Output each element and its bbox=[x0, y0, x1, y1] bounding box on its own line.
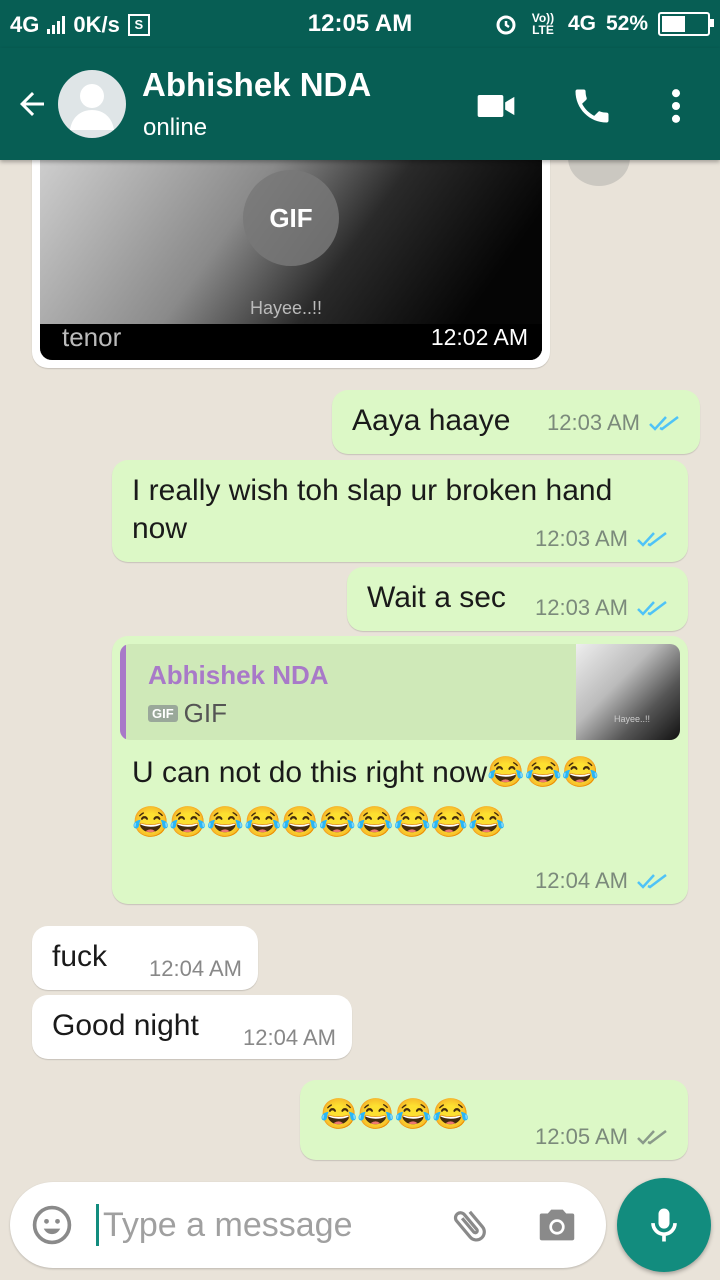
message-incoming[interactable]: Good night 12:04 AM bbox=[32, 995, 352, 1059]
emoji-row: 😂😂😂😂😂😂😂😂😂😂 bbox=[132, 806, 506, 839]
quoted-message[interactable]: Abhishek NDA GIF GIF Hayee..!! bbox=[120, 644, 680, 740]
gif-badge-icon: GIF bbox=[148, 705, 178, 722]
default-avatar-icon bbox=[70, 84, 114, 130]
message-time: 12:04 AM bbox=[149, 956, 242, 981]
message-time: 12:04 AM bbox=[535, 868, 628, 893]
attach-icon[interactable] bbox=[446, 1202, 494, 1250]
volte-icon: Vo)) LTE bbox=[531, 11, 555, 37]
battery-percent: 52% bbox=[605, 12, 648, 35]
voice-record-button[interactable] bbox=[617, 1178, 711, 1272]
message-text: 😂😂😂😂 bbox=[320, 1098, 470, 1131]
gif-play-badge[interactable]: GIF bbox=[243, 170, 339, 266]
message-incoming[interactable]: fuck 12:04 AM bbox=[32, 926, 258, 990]
quoted-thumbnail: Hayee..!! bbox=[576, 644, 680, 740]
message-text: Good night bbox=[52, 1009, 199, 1042]
avatar[interactable] bbox=[58, 70, 126, 138]
message-time: 12:03 AM bbox=[535, 595, 628, 620]
emoji-icon[interactable] bbox=[30, 1203, 74, 1247]
message-time: 12:05 AM bbox=[535, 1124, 628, 1149]
alarm-icon bbox=[496, 15, 516, 35]
message-time: 12:03 AM bbox=[535, 526, 628, 551]
delivered-ticks-icon bbox=[637, 1130, 667, 1145]
read-ticks-icon bbox=[649, 416, 679, 431]
message-input-bar[interactable]: Type a message bbox=[10, 1182, 606, 1268]
read-ticks-icon bbox=[637, 601, 667, 616]
contact-status: online bbox=[143, 114, 208, 141]
gif-preview[interactable]: GIF Hayee..!! tenor 12:02 AM bbox=[40, 160, 542, 360]
gif-message[interactable]: GIF Hayee..!! tenor 12:02 AM bbox=[32, 160, 550, 368]
message-text: Wait a sec bbox=[367, 581, 506, 614]
status-bar: 4G 0K/s S 12:05 AM Vo)) LTE 4G 52% bbox=[0, 0, 720, 48]
chat-area[interactable]: GIF Hayee..!! tenor 12:02 AM Aaya haaye … bbox=[0, 160, 720, 1180]
quoted-sender: Abhishek NDA bbox=[148, 660, 329, 690]
message-text: U can not do this right now😂😂😂 bbox=[132, 756, 600, 789]
tenor-label: tenor bbox=[62, 322, 122, 352]
voice-call-icon[interactable] bbox=[570, 84, 614, 128]
message-text: Aaya haaye bbox=[352, 404, 511, 437]
battery-icon bbox=[658, 12, 714, 36]
message-time: 12:02 AM bbox=[430, 324, 528, 350]
quoted-thumbnail-caption: Hayee..!! bbox=[614, 714, 651, 724]
message-outgoing[interactable]: Wait a sec 12:03 AM bbox=[347, 567, 688, 631]
message-outgoing-reply[interactable]: Abhishek NDA GIF GIF Hayee..!! U can not… bbox=[112, 636, 688, 904]
chat-header: Abhishek NDA online bbox=[0, 48, 720, 160]
gif-caption: Hayee..!! bbox=[250, 298, 323, 318]
message-time: 12:03 AM bbox=[547, 410, 640, 435]
message-input[interactable]: Type a message bbox=[96, 1204, 352, 1246]
back-arrow-icon[interactable] bbox=[14, 86, 50, 122]
contact-name[interactable]: Abhishek NDA bbox=[142, 66, 371, 104]
message-outgoing[interactable]: Aaya haaye 12:03 AM bbox=[332, 390, 700, 454]
message-outgoing[interactable]: 😂😂😂😂 12:05 AM bbox=[300, 1080, 688, 1160]
video-call-icon[interactable] bbox=[474, 84, 518, 128]
message-time: 12:04 AM bbox=[243, 1025, 336, 1050]
message-outgoing[interactable]: I really wish toh slap ur broken hand no… bbox=[112, 460, 688, 562]
more-options-icon[interactable] bbox=[654, 84, 698, 128]
quoted-type: GIF bbox=[183, 698, 228, 728]
read-ticks-icon bbox=[637, 874, 667, 889]
microphone-icon bbox=[651, 1208, 677, 1242]
camera-icon[interactable] bbox=[534, 1202, 580, 1248]
forward-button[interactable] bbox=[568, 160, 630, 186]
message-text: fuck bbox=[52, 940, 108, 973]
network-type-2: 4G bbox=[567, 12, 596, 35]
read-ticks-icon bbox=[637, 532, 667, 547]
